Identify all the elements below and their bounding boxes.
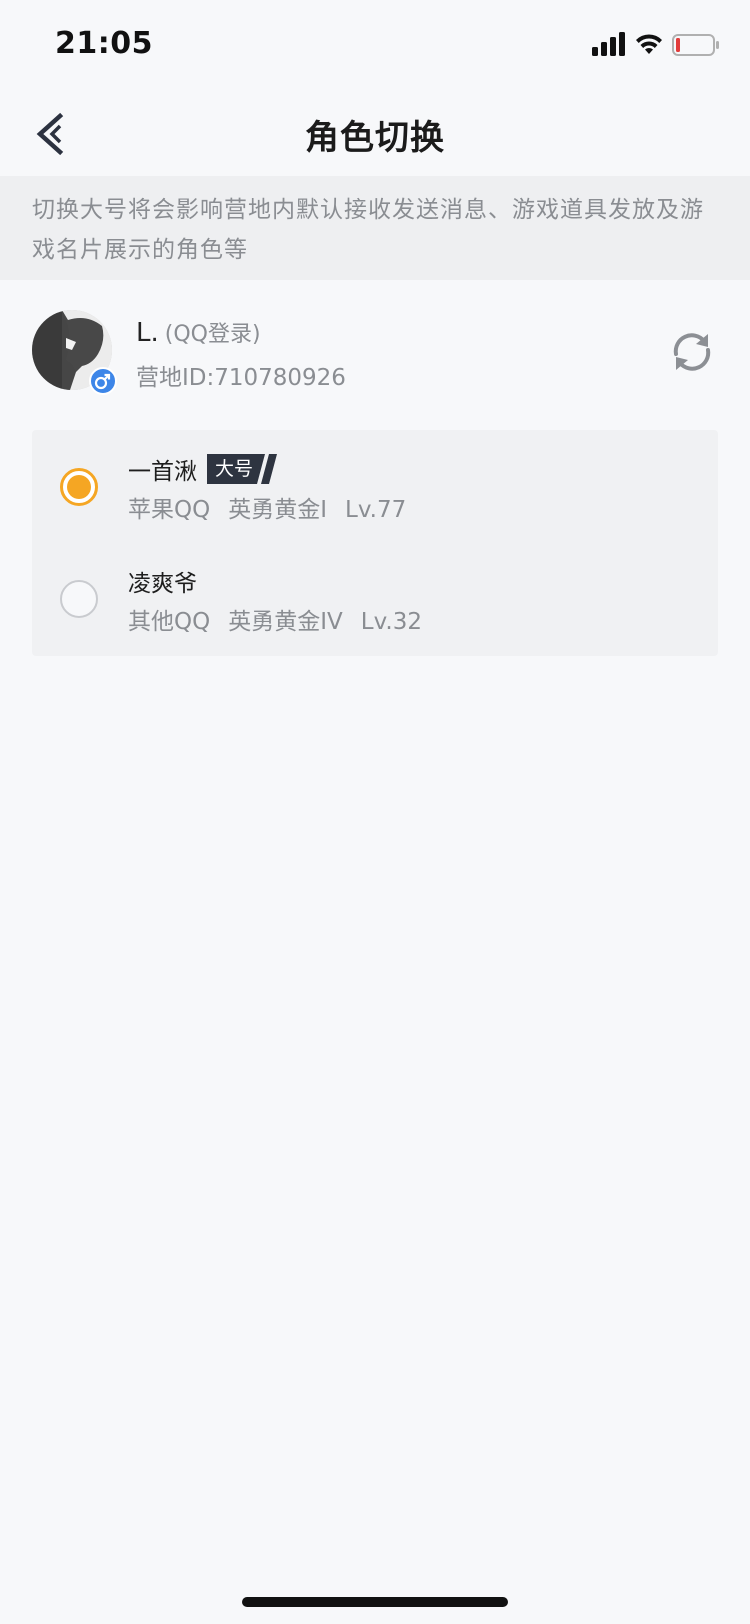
notice-text-line-1: 切换大号将会影响营地内默认接收发送消息、游戏道具发放及游: [32, 197, 704, 223]
notice-banner: 切换大号将会影响营地内默认接收发送消息、游戏道具发放及游 戏名片展示的角色等: [0, 176, 750, 280]
status-time: 21:05: [55, 26, 153, 61]
signal-icon: [592, 32, 625, 56]
male-icon: [89, 367, 117, 395]
page-title: 角色切换: [305, 118, 445, 158]
role-radio-selected[interactable]: [60, 468, 98, 506]
radio-dot: [67, 475, 91, 499]
main-account-tag: 大号: [207, 454, 277, 484]
home-indicator[interactable]: [242, 1597, 508, 1607]
role-item-1[interactable]: 一首湫 大号 苹果QQ 英勇黄金I Lv.77: [32, 430, 718, 542]
role-rank: 英勇黄金I: [228, 497, 328, 523]
role-platform: 苹果QQ: [128, 497, 211, 523]
role-detail: 其他QQ 英勇黄金IV Lv.32: [128, 602, 440, 636]
nav-header: 角色切换: [0, 90, 750, 176]
role-level: Lv.32: [360, 609, 422, 635]
account-login-type: (QQ登录): [164, 322, 261, 347]
role-detail: 苹果QQ 英勇黄金I Lv.77: [128, 490, 424, 524]
role-list: 一首湫 大号 苹果QQ 英勇黄金I Lv.77 凌爽爷 其他QQ 英勇黄金IV Lv.3…: [32, 430, 718, 656]
wifi-icon: [636, 34, 662, 54]
role-radio-unselected[interactable]: [60, 580, 98, 618]
notice-text-line-2: 戏名片展示的角色等: [32, 237, 248, 263]
role-item-2[interactable]: 凌爽爷 其他QQ 英勇黄金IV Lv.32: [32, 542, 718, 654]
status-bar: 21:05: [0, 0, 750, 90]
role-name: 一首湫: [128, 459, 197, 485]
battery-icon: [672, 34, 719, 56]
refresh-icon[interactable]: [670, 330, 714, 374]
role-name: 凌爽爷: [128, 571, 197, 597]
account-name: L.: [136, 318, 159, 348]
role-name-line: 一首湫 大号: [128, 452, 277, 486]
account-name-line: L. (QQ登录): [136, 316, 261, 348]
role-name-line: 凌爽爷: [128, 564, 197, 598]
main-account-tag-label: 大号: [215, 458, 254, 480]
camp-id: 营地ID:710780926: [136, 365, 346, 391]
role-rank: 英勇黄金IV: [228, 609, 343, 635]
account-row: L. (QQ登录) 营地ID:710780926: [32, 310, 722, 395]
role-platform: 其他QQ: [128, 609, 211, 635]
role-level: Lv.77: [345, 497, 407, 523]
